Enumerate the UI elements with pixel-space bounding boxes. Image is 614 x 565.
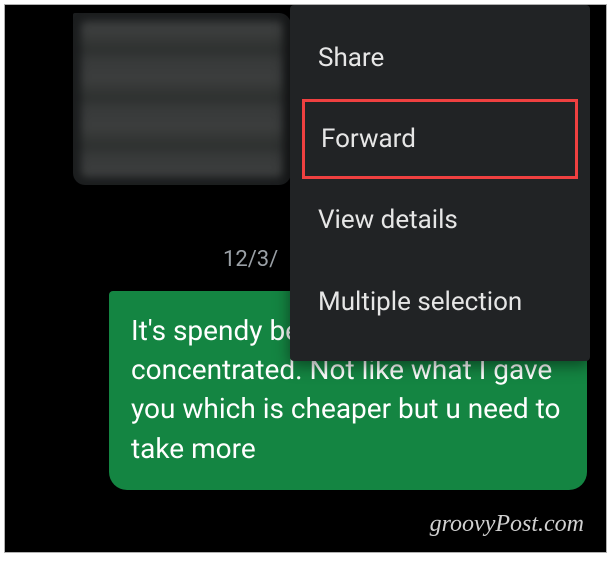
obscured-photo <box>81 21 283 177</box>
received-image-message[interactable] <box>73 13 291 185</box>
watermark-text: groovyPost.com <box>430 511 584 538</box>
date-separator: 12/3/ <box>223 247 278 272</box>
menu-item-view-details[interactable]: View details <box>290 179 590 261</box>
messaging-app-screenshot: 12/3/ It's spendy because it's concentra… <box>4 4 607 553</box>
message-context-menu: Share Forward View details Multiple sele… <box>290 5 590 361</box>
menu-item-multiple-selection[interactable]: Multiple selection <box>290 261 590 343</box>
menu-item-share[interactable]: Share <box>290 17 590 99</box>
menu-item-forward[interactable]: Forward <box>302 99 578 179</box>
